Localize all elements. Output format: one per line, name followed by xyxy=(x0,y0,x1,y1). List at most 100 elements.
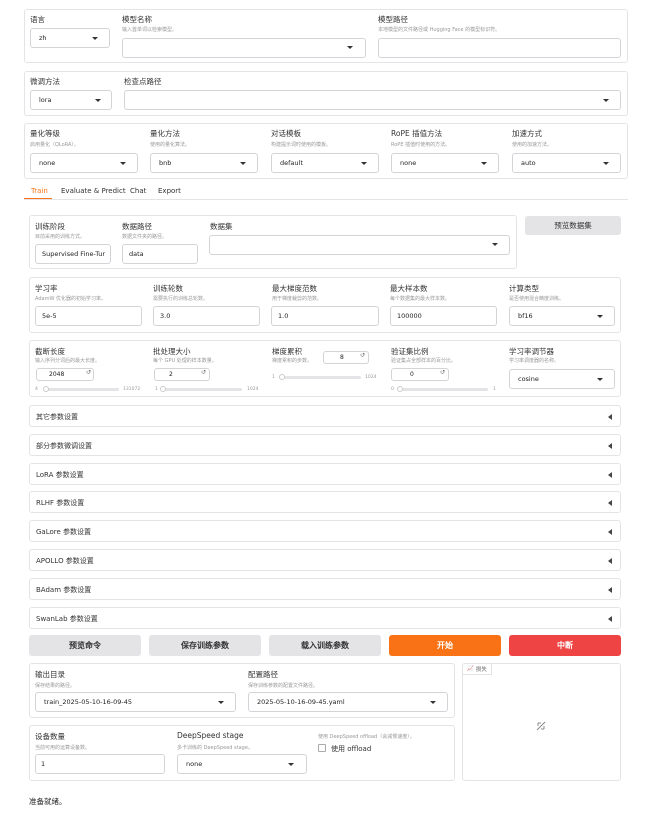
tab-evaluate[interactable]: Evaluate & Predict xyxy=(61,187,126,195)
accordion-title: 其它参数设置 xyxy=(36,413,78,421)
batch-slider[interactable] xyxy=(161,388,242,391)
tab-export[interactable]: Export xyxy=(158,187,181,195)
output-dir-label: 输出目录 xyxy=(35,670,65,679)
empty-image-icon xyxy=(536,716,546,731)
stage-label: 训练阶段 xyxy=(35,222,65,231)
quant-bit-label: 量化等级 xyxy=(30,129,60,138)
max-samples-label: 最大样本数 xyxy=(390,284,428,293)
loss-label-tag: 📈 损失 xyxy=(463,664,492,675)
model-path-input[interactable] xyxy=(378,38,621,58)
accordion-rlhf[interactable]: RLHF 参数设置 xyxy=(29,491,621,513)
max-samples-input[interactable]: 100000 xyxy=(390,306,497,326)
accordion-galore[interactable]: GaLore 参数设置 xyxy=(29,520,621,542)
accordion-swanlab[interactable]: SwanLab 参数设置 xyxy=(29,607,621,629)
dataset-dir-input[interactable]: data xyxy=(122,244,198,264)
output-dir-hint: 保存结果的路径。 xyxy=(35,683,76,689)
grad-norm-hint: 用于梯度裁剪的范数。 xyxy=(272,296,323,302)
devices-value: 1 xyxy=(41,760,46,768)
accordion-title: BAdam 参数设置 xyxy=(36,586,92,594)
grad-accum-slider[interactable] xyxy=(279,376,361,379)
status-text: 准备就绪。 xyxy=(29,797,67,806)
lang-dropdown[interactable]: zh xyxy=(30,28,110,48)
reset-icon[interactable]: ↺ xyxy=(360,352,365,359)
reset-icon[interactable]: ↺ xyxy=(440,369,445,376)
quant-method-label: 量化方法 xyxy=(150,129,180,138)
caret-left-icon xyxy=(608,472,612,478)
ds-stage-value: none xyxy=(186,760,203,768)
quant-method-value: bnb xyxy=(159,159,172,167)
val-size-slider-knob[interactable] xyxy=(397,386,403,392)
batch-value: 2 xyxy=(169,371,173,378)
tab-chat[interactable]: Chat xyxy=(130,187,146,195)
dataset-dir-value: data xyxy=(129,250,144,258)
chevron-down-icon xyxy=(430,701,436,704)
chevron-down-icon xyxy=(597,315,603,318)
loss-label: 损失 xyxy=(475,667,487,673)
ds-offload-hint: 使用 DeepSpeed offload（会减慢速度）。 xyxy=(318,734,415,740)
grad-accum-slider-knob[interactable] xyxy=(278,374,285,380)
config-path-dropdown[interactable]: 2025-05-10-16-09-45.yaml xyxy=(248,692,448,712)
preview-command-button[interactable]: 预览命令 xyxy=(29,635,141,656)
abort-button[interactable]: 中断 xyxy=(509,635,621,656)
accordion-lora[interactable]: LoRA 参数设置 xyxy=(29,463,621,485)
start-button[interactable]: 开始 xyxy=(389,635,501,656)
config-path-value: 2025-05-10-16-09-45.yaml xyxy=(257,698,345,706)
grad-accum-label: 梯度累积 xyxy=(272,347,302,356)
chevron-down-icon xyxy=(347,46,353,49)
ds-stage-label: DeepSpeed stage xyxy=(177,731,244,740)
cutoff-slider[interactable] xyxy=(43,388,119,391)
model-name-hint: 输入首单词以检索模型。 xyxy=(122,27,178,33)
devices-hint: 当前可用的运算设备数。 xyxy=(35,745,91,751)
grad-norm-input[interactable]: 1.0 xyxy=(271,306,379,326)
booster-value: auto xyxy=(521,159,536,167)
reset-icon[interactable]: ↺ xyxy=(201,369,206,376)
output-dir-dropdown[interactable]: train_2025-05-10-16-09-45 xyxy=(35,692,236,712)
output-dir-value: train_2025-05-10-16-09-45 xyxy=(44,698,133,706)
grad-accum-value: 8 xyxy=(340,354,344,361)
dataset-dropdown[interactable] xyxy=(209,235,510,255)
reset-icon[interactable]: ↺ xyxy=(86,369,91,376)
accordion-title: APOLLO 参数设置 xyxy=(36,557,94,565)
tab-train[interactable]: Train xyxy=(31,187,48,195)
ds-stage-hint: 多卡训练的 DeepSpeed stage。 xyxy=(177,745,253,751)
lr-input[interactable]: 5e-5 xyxy=(35,306,142,326)
val-size-min: 0 xyxy=(391,387,394,392)
val-size-slider[interactable] xyxy=(398,388,488,391)
finetune-label: 微调方法 xyxy=(30,77,60,86)
accordion-freeze[interactable]: 部分参数微调设置 xyxy=(29,434,621,456)
epochs-input[interactable]: 3.0 xyxy=(153,306,260,326)
load-args-button[interactable]: 载入训练参数 xyxy=(269,635,381,656)
caret-left-icon xyxy=(608,616,612,622)
epochs-label: 训练轮数 xyxy=(153,284,183,293)
max-samples-hint: 每个数据集的最大样本数。 xyxy=(390,296,451,302)
quant-bit-hint: 启用量化（QLoRA）。 xyxy=(30,142,79,148)
finetune-value: lora xyxy=(39,96,52,104)
template-hint: 构建提示词时使用的模板。 xyxy=(271,142,332,148)
epochs-value: 3.0 xyxy=(160,312,171,320)
stage-value: Supervised Fine-Tur xyxy=(42,250,105,258)
chevron-down-icon xyxy=(481,162,487,165)
chevron-down-icon xyxy=(120,162,126,165)
accordion-extra[interactable]: 其它参数设置 xyxy=(29,405,621,427)
scheduler-label: 学习率调节器 xyxy=(509,347,554,356)
accordion-badam[interactable]: BAdam 参数设置 xyxy=(29,578,621,600)
stage-dropdown[interactable]: Supervised Fine-Tur xyxy=(35,244,111,264)
dataset-dir-hint: 数据文件夹的路径。 xyxy=(122,234,168,240)
grad-norm-value: 1.0 xyxy=(278,312,289,320)
chevron-down-icon xyxy=(218,701,224,704)
compute-hint: 是否使用混合精度训练。 xyxy=(509,296,565,302)
accordion-title: RLHF 参数设置 xyxy=(36,499,85,507)
batch-max: 1024 xyxy=(247,387,259,392)
devices-input[interactable]: 1 xyxy=(35,754,165,774)
model-name-dropdown[interactable] xyxy=(122,38,366,58)
epochs-hint: 需要执行的训练总轮数。 xyxy=(153,296,209,302)
preview-dataset-button[interactable]: 预览数据集 xyxy=(525,216,621,235)
save-args-button[interactable]: 保存训练参数 xyxy=(149,635,261,656)
rope-label: RoPE 插值方法 xyxy=(391,129,443,138)
grad-norm-label: 最大梯度范数 xyxy=(272,284,317,293)
ds-offload-checkbox[interactable] xyxy=(318,744,326,752)
accordion-apollo[interactable]: APOLLO 参数设置 xyxy=(29,549,621,571)
checkpoint-dropdown[interactable] xyxy=(124,90,621,110)
devices-label: 设备数量 xyxy=(35,732,65,741)
model-name-label: 模型名称 xyxy=(122,15,152,24)
